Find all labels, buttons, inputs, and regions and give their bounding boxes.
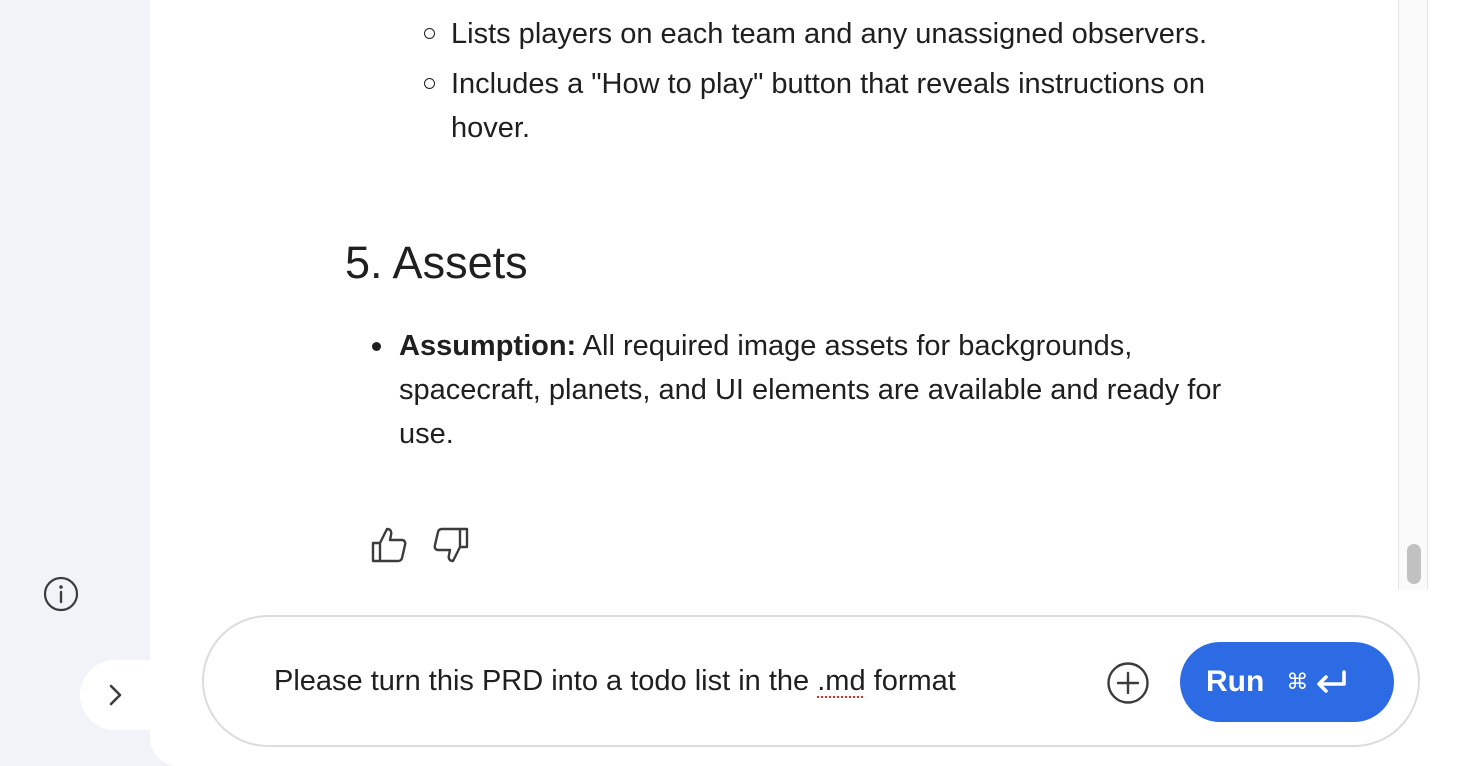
prompt-input[interactable]: Please turn this PRD into a todo list in… — [274, 661, 956, 701]
run-shortcut: ⌘ — [1286, 669, 1348, 695]
plus-circle-icon — [1107, 662, 1149, 704]
command-key: ⌘ — [1286, 669, 1309, 695]
filled-bullet — [372, 342, 381, 351]
assumption-label: Assumption: — [399, 330, 577, 362]
add-attachment-button[interactable] — [1106, 661, 1150, 705]
list-item: Includes a "How to play" button that rev… — [420, 62, 1240, 150]
thumbs-down-icon — [433, 527, 469, 563]
info-icon — [43, 576, 79, 612]
list-item-text: Includes a "How to play" button that rev… — [451, 68, 1206, 144]
chevron-right-icon — [109, 684, 122, 706]
info-button[interactable] — [43, 576, 79, 612]
scrollbar-thumb[interactable] — [1407, 544, 1421, 584]
list-item: Lists players on each team and any unass… — [420, 12, 1240, 56]
left-rail — [0, 0, 152, 766]
response-content: Lists players on each team and any unass… — [150, 0, 1398, 590]
run-button[interactable]: Run ⌘ — [1180, 642, 1394, 722]
hollow-bullet — [424, 78, 435, 89]
list-item-text: Lists players on each team and any unass… — [451, 18, 1208, 50]
prompt-box: Please turn this PRD into a todo list in… — [202, 615, 1420, 747]
list-item: Assumption: All required image assets fo… — [370, 324, 1250, 456]
assets-list: Assumption: All required image assets fo… — [370, 324, 1250, 456]
run-button-label: Run — [1206, 665, 1265, 698]
hollow-bullet — [424, 28, 435, 39]
misspelled-word: .md — [817, 665, 866, 697]
main-panel: Lists players on each team and any unass… — [150, 0, 1468, 766]
thumbs-up-icon — [371, 527, 407, 563]
scrollbar[interactable] — [1398, 0, 1428, 590]
section-heading: 5. Assets — [345, 237, 528, 288]
thumbs-down-button[interactable] — [430, 524, 472, 566]
prompt-text-start: Please turn this PRD into a todo list in… — [274, 665, 818, 697]
enter-icon — [1317, 670, 1347, 693]
feedback-bar — [368, 524, 472, 566]
thumbs-up-button[interactable] — [368, 524, 410, 566]
expand-sidebar-button[interactable] — [80, 660, 152, 730]
sub-bullet-list: Lists players on each team and any unass… — [420, 12, 1240, 156]
prompt-text-end: format — [865, 665, 956, 697]
